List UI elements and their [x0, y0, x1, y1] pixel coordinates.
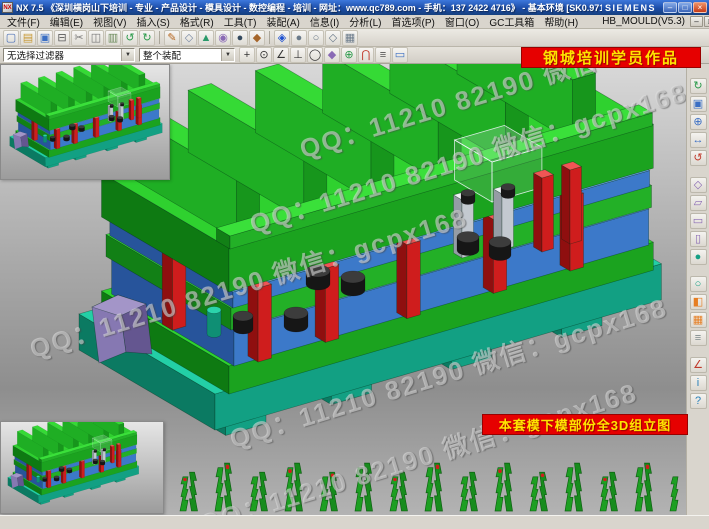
revolve-icon[interactable]: ◉ — [215, 30, 231, 46]
info-icon[interactable]: i — [690, 375, 707, 391]
menu-tools[interactable]: 工具(T) — [219, 14, 262, 29]
menu-gc-toolbox[interactable]: GC工具箱 — [484, 14, 539, 29]
menu-help[interactable]: 帮助(H) — [539, 14, 583, 29]
help-icon[interactable]: ? — [690, 393, 707, 409]
selection-type-filter-dropdown[interactable]: 无选择过滤器 ▼ — [3, 48, 135, 62]
refresh-view-icon[interactable]: ↻ — [690, 78, 707, 94]
open-folder-icon[interactable]: ▤ — [20, 30, 36, 46]
center-snap-icon[interactable]: ⊙ — [256, 47, 272, 63]
window-layout-icon[interactable]: ▦ — [342, 30, 358, 46]
unfolded-parts-strip[interactable] — [180, 463, 678, 511]
undo-icon[interactable]: ↺ — [122, 30, 138, 46]
new-file-icon[interactable]: ▢ — [3, 30, 19, 46]
angle-snap-icon[interactable]: ∠ — [273, 47, 289, 63]
window-title: NX 7.5 《深圳横岗山下培训 - 专业 - 产品设计 - 模具设计 - 数控… — [16, 1, 602, 14]
extrude-icon[interactable]: ▲ — [198, 30, 214, 46]
graphics-window[interactable] — [0, 64, 686, 515]
snap-toggle-icon[interactable]: + — [239, 47, 255, 63]
title-bar: NX NX 7.5 《深圳横岗山下培训 - 专业 - 产品设计 - 模具设计 -… — [0, 0, 709, 15]
menu-view[interactable]: 视图(V) — [88, 14, 131, 29]
standard-toolbar: ▢▤▣⊟✂◫▥↺↻✎◇▲◉●◆◈●○◇▦ — [0, 29, 709, 47]
section-view-icon[interactable]: ◧ — [690, 294, 707, 310]
pan-view-icon[interactable]: ↔ — [690, 132, 707, 148]
wireframe-view-icon[interactable]: ○ — [308, 30, 324, 46]
chevron-down-icon[interactable]: ▼ — [121, 49, 134, 61]
wcs-toggle-icon[interactable]: ▭ — [392, 47, 408, 63]
nx-app-icon: NX — [2, 2, 13, 13]
zoom-view-icon[interactable]: ⊕ — [690, 114, 707, 130]
inset-3d-view-2[interactable] — [1, 422, 163, 513]
doc-minimize-button[interactable]: – — [690, 16, 703, 27]
toolbar-separator — [269, 31, 270, 44]
mold-assembly-3d-inset1[interactable] — [10, 65, 163, 168]
shaded-mode-icon[interactable]: ● — [690, 249, 707, 265]
caption-banner: 本套模下模部份全3D组立图 — [482, 414, 688, 435]
menu-information[interactable]: 信息(I) — [305, 14, 344, 29]
nx-application-window: NX NX 7.5 《深圳横岗山下培训 - 专业 - 产品设计 - 模具设计 -… — [0, 0, 709, 529]
chevron-down-icon[interactable]: ▼ — [221, 49, 234, 61]
document-window-controls: – □ × — [690, 16, 709, 27]
menu-hb-mould[interactable]: HB_MOULD(V5.3) — [597, 16, 690, 27]
siemens-brand: SIEMENS — [605, 3, 656, 13]
inset-view-bottom-left[interactable] — [0, 421, 164, 514]
measure-icon[interactable]: ∠ — [690, 357, 707, 373]
isometric-view-icon[interactable]: ◇ — [325, 30, 341, 46]
toolbar-separator — [159, 31, 160, 44]
menu-file[interactable]: 文件(F) — [2, 14, 45, 29]
menu-window[interactable]: 窗口(O) — [440, 14, 484, 29]
doc-restore-button[interactable]: □ — [704, 16, 709, 27]
front-view-icon[interactable]: ▱ — [690, 195, 707, 211]
paste-icon[interactable]: ▥ — [105, 30, 121, 46]
sketch-icon[interactable]: ✎ — [164, 30, 180, 46]
training-stamp-banner: 钢城培训学员作品 — [521, 47, 701, 68]
snapshot-icon[interactable]: ▦ — [690, 312, 707, 328]
edge-blend-icon[interactable]: ◆ — [249, 30, 265, 46]
wireframe-mode-icon[interactable]: ○ — [690, 276, 707, 292]
status-bar — [0, 515, 709, 529]
layer-settings-icon[interactable]: ≡ — [690, 330, 707, 346]
save-icon[interactable]: ▣ — [37, 30, 53, 46]
print-icon[interactable]: ⊟ — [54, 30, 70, 46]
start-app-cube-icon[interactable]: ◈ — [274, 30, 290, 46]
close-button[interactable]: × — [693, 2, 707, 13]
menu-preferences[interactable]: 首选项(P) — [387, 14, 440, 29]
menu-format[interactable]: 格式(R) — [175, 14, 219, 29]
menu-insert[interactable]: 插入(S) — [131, 14, 174, 29]
minimize-button[interactable]: – — [663, 2, 677, 13]
selection-type-filter-value: 无选择过滤器 — [7, 48, 64, 62]
trimetric-view-icon[interactable]: ◇ — [690, 177, 707, 193]
menu-analysis[interactable]: 分析(L) — [344, 14, 386, 29]
menu-toggle-icon[interactable]: ≡ — [375, 47, 391, 63]
shaded-view-icon[interactable]: ● — [291, 30, 307, 46]
top-view-icon[interactable]: ▭ — [690, 213, 707, 229]
side-view-icon[interactable]: ▯ — [690, 231, 707, 247]
fit-view-icon[interactable]: ▣ — [690, 96, 707, 112]
inset-view-top-left[interactable] — [0, 64, 170, 180]
quadrant-snap-icon[interactable]: ◆ — [324, 47, 340, 63]
snap-point-icons: +⊙∠⊥◯◆⊕⋂≡▭ — [239, 47, 408, 63]
point-on-curve-icon[interactable]: ⋂ — [358, 47, 374, 63]
intersection-snap-icon[interactable]: ⊕ — [341, 47, 357, 63]
selection-scope-value: 整个装配 — [143, 48, 181, 62]
perpendicular-snap-icon[interactable]: ⊥ — [290, 47, 306, 63]
window-controls: – □ × — [663, 2, 707, 13]
hole-icon[interactable]: ● — [232, 30, 248, 46]
menu-items: 文件(F)编辑(E)视图(V)插入(S)格式(R)工具(T)装配(A)信息(I)… — [2, 14, 690, 29]
maximize-button[interactable]: □ — [678, 2, 692, 13]
redo-icon[interactable]: ↻ — [139, 30, 155, 46]
inset-3d-view-1[interactable] — [1, 65, 169, 179]
menu-assemblies[interactable]: 装配(A) — [261, 14, 304, 29]
menu-edit[interactable]: 编辑(E) — [45, 14, 88, 29]
datum-plane-icon[interactable]: ◇ — [181, 30, 197, 46]
mold-assembly-3d-inset2[interactable] — [8, 422, 139, 505]
menu-bar: 文件(F)编辑(E)视图(V)插入(S)格式(R)工具(T)装配(A)信息(I)… — [0, 15, 709, 29]
circle-snap-icon[interactable]: ◯ — [307, 47, 323, 63]
cut-icon[interactable]: ✂ — [71, 30, 87, 46]
selection-scope-dropdown[interactable]: 整个装配 ▼ — [139, 48, 235, 62]
view-toolbar-vertical: ↻ ▣ ⊕ ↔ ↺ ◇ ▱ ▭ ▯ ● ○ ◧ ▦ ≡ ∠ i? — [686, 64, 709, 515]
copy-icon[interactable]: ◫ — [88, 30, 104, 46]
rotate-view-icon[interactable]: ↺ — [690, 150, 707, 166]
